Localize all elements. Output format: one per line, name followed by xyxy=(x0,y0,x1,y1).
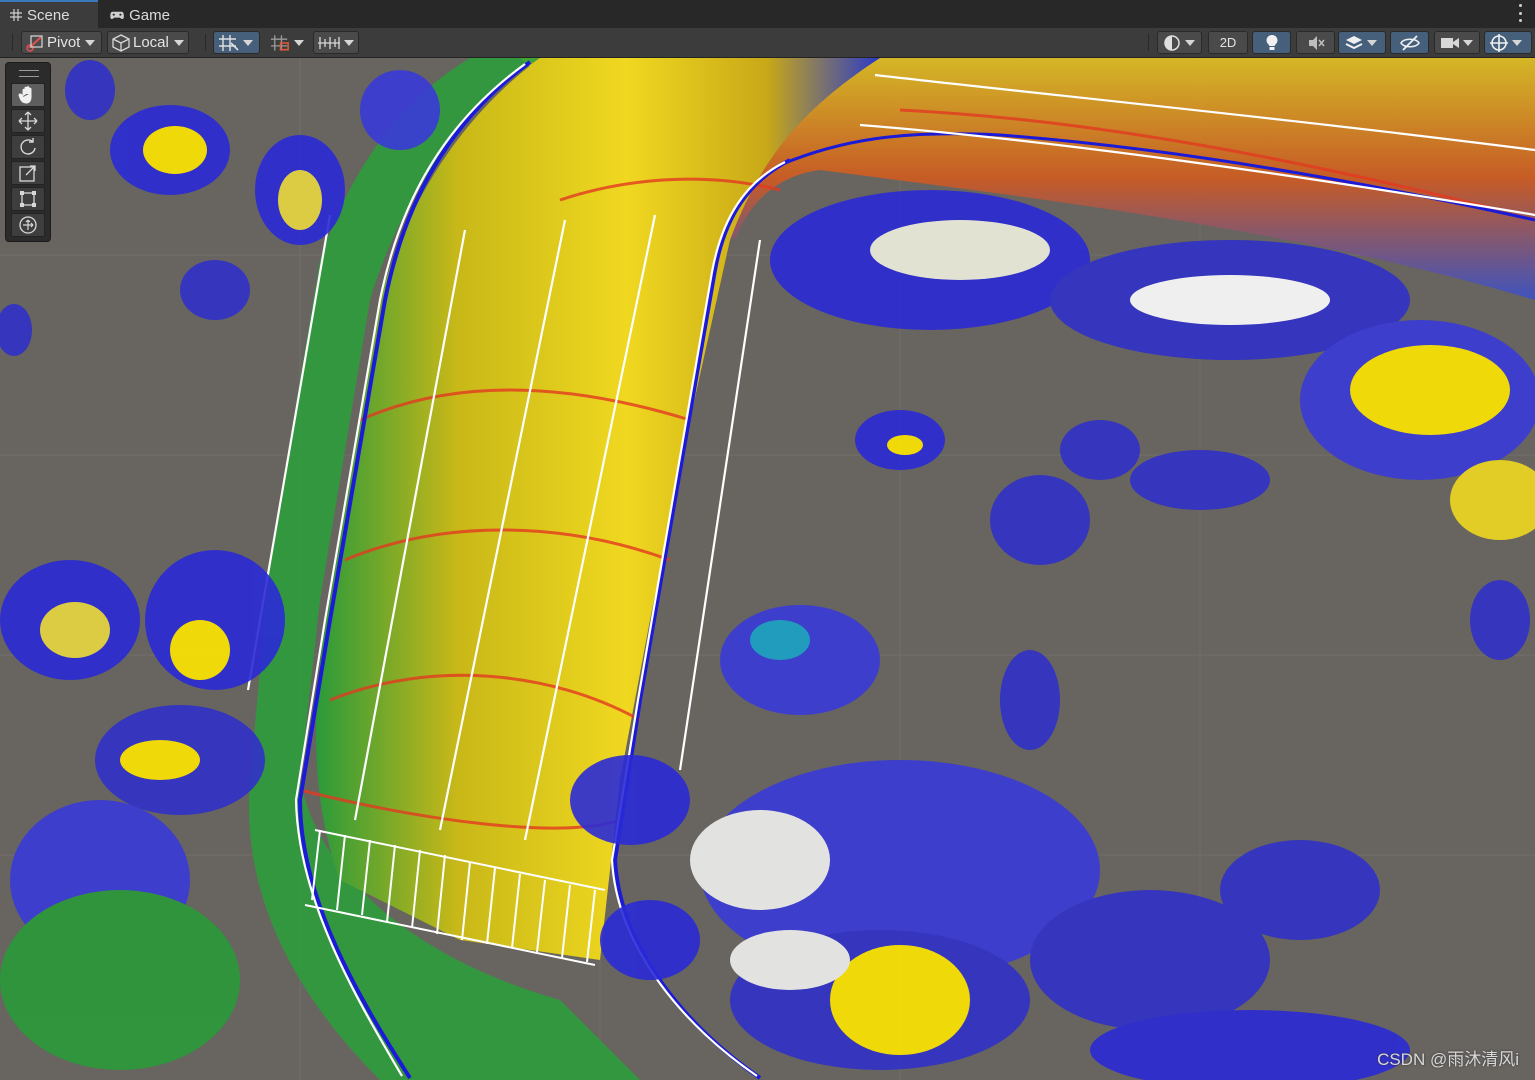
overlay-grip[interactable] xyxy=(19,70,39,77)
audio-mute-icon xyxy=(1308,35,1325,50)
chevron-down-icon xyxy=(243,39,253,46)
chevron-down-icon xyxy=(1463,39,1473,46)
rect-transform-icon xyxy=(20,191,36,207)
gamepad-icon xyxy=(110,11,124,19)
move-icon xyxy=(18,111,38,131)
lighting-toggle[interactable] xyxy=(1252,31,1291,54)
gizmos-dropdown[interactable] xyxy=(1484,31,1532,54)
rotate-icon xyxy=(20,138,36,155)
tab-game-label: Game xyxy=(129,6,170,24)
local-label: Local xyxy=(133,34,169,51)
camera-dropdown[interactable] xyxy=(1434,31,1480,54)
chevron-down-icon xyxy=(1185,39,1195,46)
layers-icon xyxy=(1345,35,1363,49)
toolbar-separator xyxy=(1148,34,1149,51)
rect-tool-button[interactable] xyxy=(11,187,45,211)
chevron-down-icon xyxy=(1367,39,1377,46)
transform-icon xyxy=(19,216,37,234)
cube-icon xyxy=(112,33,130,52)
pivot-dropdown[interactable]: Pivot xyxy=(21,31,102,54)
local-dropdown[interactable]: Local xyxy=(107,31,189,54)
eye-hidden-icon xyxy=(1399,34,1420,51)
toolbar-separator xyxy=(205,34,206,51)
pivot-label: Pivot xyxy=(47,34,81,51)
lightbulb-icon xyxy=(1266,34,1277,50)
chevron-down-icon xyxy=(173,39,184,46)
mode-2d-toggle[interactable]: 2D xyxy=(1208,31,1248,54)
hand-tool-button[interactable] xyxy=(11,83,45,107)
hand-icon xyxy=(18,86,32,104)
mode-2d-label: 2D xyxy=(1219,35,1237,50)
scale-icon xyxy=(19,165,36,182)
snap-increment-icon xyxy=(270,34,289,51)
camera-icon xyxy=(1441,37,1459,48)
chevron-down-icon xyxy=(294,39,304,46)
pivot-icon xyxy=(26,34,43,52)
toolbar-grip xyxy=(12,34,13,51)
tools-overlay xyxy=(5,62,51,242)
transform-tool-button[interactable] xyxy=(11,213,45,237)
tab-game[interactable]: Game xyxy=(100,2,180,28)
grid-snap-icon xyxy=(219,34,239,51)
chevron-down-icon xyxy=(344,39,354,46)
move-tool-button[interactable] xyxy=(11,109,45,133)
chevron-down-icon xyxy=(85,39,96,46)
grid-icon xyxy=(10,9,22,21)
ruler-toggle[interactable] xyxy=(313,31,359,54)
effects-dropdown[interactable] xyxy=(1338,31,1386,54)
gizmo-icon xyxy=(1490,33,1508,52)
shading-mode-icon xyxy=(1164,34,1180,51)
watermark: CSDN @雨沐清风i xyxy=(1377,1050,1519,1069)
scale-tool-button[interactable] xyxy=(11,161,45,185)
scene-viewport[interactable]: CSDN @雨沐清风i xyxy=(0,58,1535,1080)
chevron-down-icon xyxy=(1512,39,1522,46)
more-options-icon[interactable] xyxy=(1517,4,1523,22)
grid-snapping-toggle[interactable] xyxy=(213,31,260,54)
scene-toolbar: Pivot Local 2D xyxy=(0,28,1535,58)
tab-bar: Scene Game xyxy=(0,0,1535,29)
ruler-icon xyxy=(318,36,340,49)
point-cloud xyxy=(0,58,1535,1080)
tab-scene[interactable]: Scene xyxy=(0,0,98,28)
scene-visibility-toggle[interactable] xyxy=(1390,31,1429,54)
draw-mode-dropdown[interactable] xyxy=(1157,31,1202,54)
rotate-tool-button[interactable] xyxy=(11,135,45,159)
tab-scene-label: Scene xyxy=(27,6,70,24)
audio-toggle[interactable] xyxy=(1296,31,1335,54)
increment-snap-toggle[interactable] xyxy=(265,31,309,54)
